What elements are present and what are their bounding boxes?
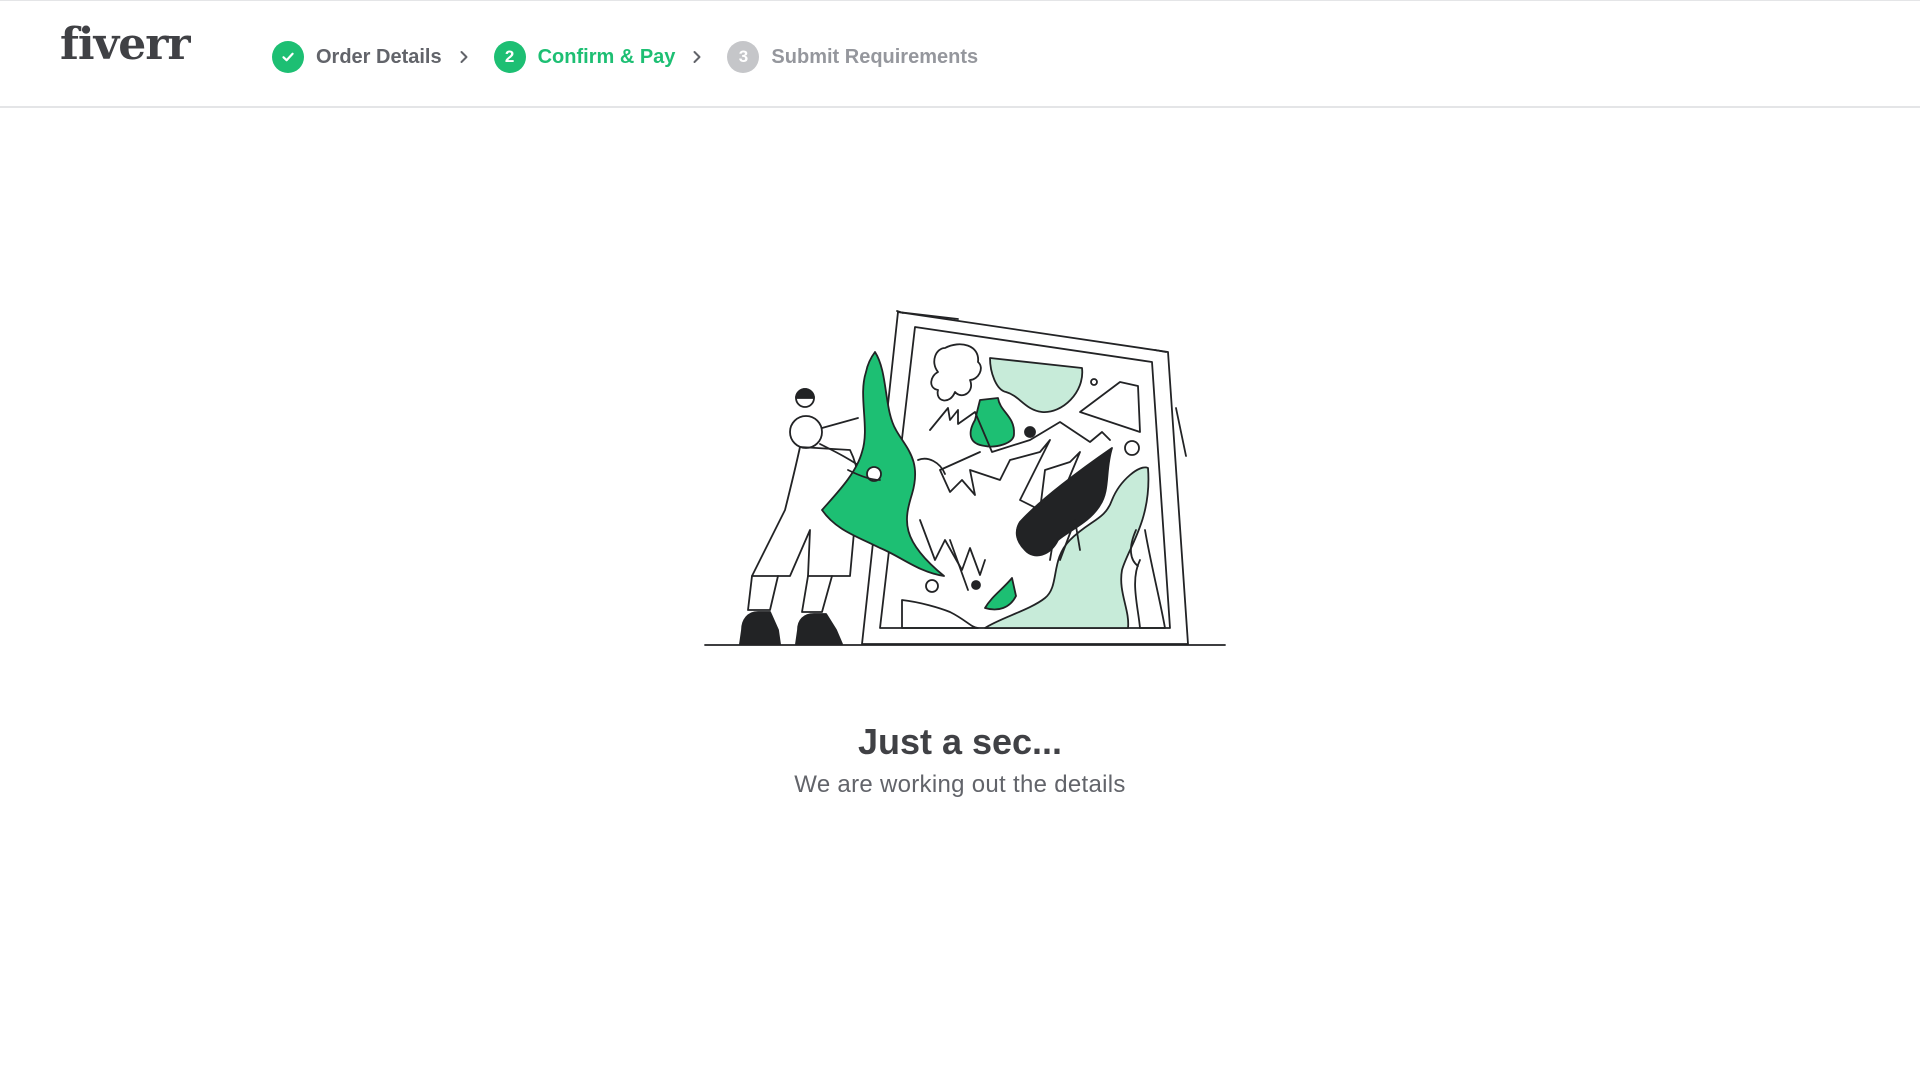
step-order-details[interactable]: Order Details — [272, 40, 494, 74]
fiverr-logo[interactable]: fiverr — [60, 23, 191, 67]
step-confirm-pay[interactable]: 2 Confirm & Pay — [493, 40, 728, 74]
step-label-submit-requirements: Submit Requirements — [771, 46, 979, 68]
step-number-badge: 2 — [493, 41, 526, 73]
loading-title: Just a sec... — [857, 721, 1063, 762]
checkout-progress-steps: Order Details 2 Confirm & Pay 3 Submit R… — [272, 40, 978, 74]
step-label-confirm-pay: Confirm & Pay — [537, 46, 676, 68]
loading-illustration — [700, 300, 1230, 650]
step-label-order-details: Order Details — [316, 46, 442, 68]
chevron-right-icon — [689, 49, 705, 65]
top-navigation-bar: fiverr Order Details 2 Confirm & Pay 3 S… — [0, 0, 1920, 108]
check-icon — [272, 41, 304, 73]
step-submit-requirements[interactable]: 3 Submit Requirements — [727, 40, 978, 74]
loading-subtitle: We are working out the details — [794, 771, 1126, 798]
step-number-badge: 3 — [727, 41, 760, 73]
chevron-right-icon — [456, 49, 472, 65]
